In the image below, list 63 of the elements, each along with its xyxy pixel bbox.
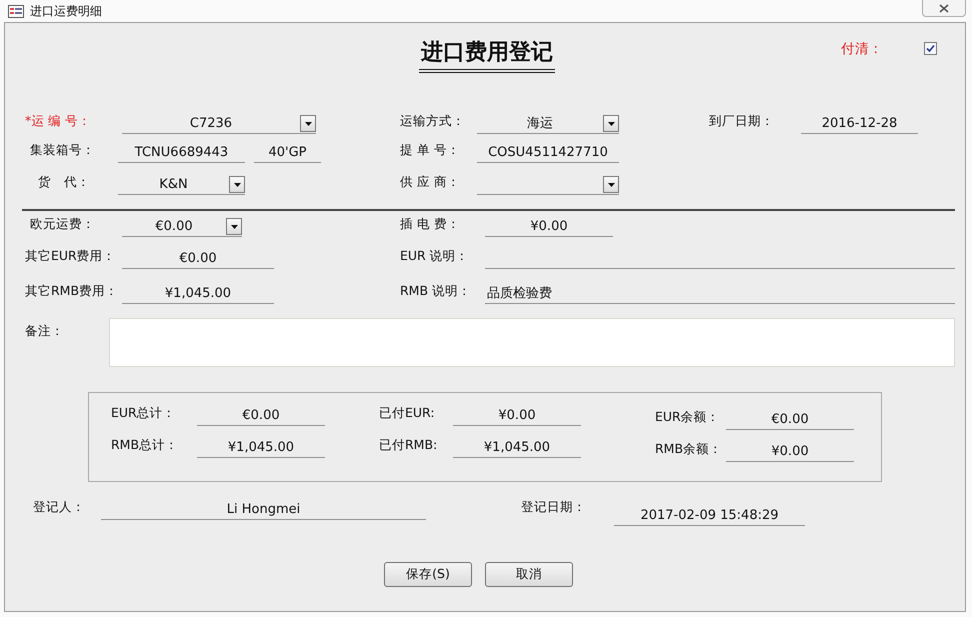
caret-icon — [304, 122, 312, 126]
text-field[interactable]: €0.00 — [122, 249, 274, 269]
dialog-button[interactable]: 保存(S) — [384, 562, 472, 587]
field-label: 欧元运费： — [29, 215, 96, 234]
dropdown-button[interactable] — [300, 115, 316, 132]
field-label: EUR 说明： — [400, 247, 470, 266]
close-icon — [939, 4, 949, 12]
text-field[interactable]: ¥1,045.00 — [453, 438, 581, 458]
combo-box[interactable]: €0.00 — [122, 217, 242, 237]
field-label: EUR余额： — [655, 408, 721, 426]
combo-box[interactable]: K&N — [118, 175, 245, 195]
text-field[interactable]: ¥0.00 — [726, 442, 854, 462]
text-field[interactable]: ¥0.00 — [485, 217, 613, 237]
caret-icon — [230, 224, 238, 228]
caret-icon — [234, 182, 240, 186]
text-field[interactable]: ¥0.00 — [453, 406, 581, 426]
text-field[interactable]: 2017-02-09 15:48:29 — [614, 506, 805, 526]
window-title: 进口运费明细 — [30, 3, 102, 20]
field-label: 其它RMB费用： — [25, 282, 120, 300]
field-label: RMB余额： — [655, 440, 724, 458]
close-button[interactable] — [922, 0, 966, 17]
text-field[interactable]: €0.00 — [726, 410, 854, 430]
field-label: 其它EUR费用： — [25, 247, 117, 266]
caret-icon — [608, 122, 614, 126]
text-field[interactable]: TCNU6689443 — [118, 143, 245, 163]
combo-box[interactable]: C7236 — [122, 114, 316, 134]
field-label: 集装箱号： — [29, 141, 96, 160]
field-label: 货 代： — [37, 173, 91, 192]
text-field[interactable]: COSU4511427710 — [477, 143, 619, 163]
text-field[interactable]: ¥1,045.00 — [122, 284, 274, 304]
field-label: 到厂日期： — [709, 112, 775, 130]
field-label: 备注： — [25, 322, 65, 340]
text-field[interactable]: ¥1,045.00 — [197, 438, 325, 458]
dropdown-button[interactable] — [229, 176, 245, 193]
field-label: 插 电 费： — [400, 215, 461, 234]
field-label: *运 编 号： — [25, 112, 92, 130]
field-label: 提 单 号： — [400, 141, 461, 160]
form-icon — [8, 4, 24, 18]
dropdown-button[interactable] — [226, 218, 242, 235]
field-label: EUR总计： — [111, 404, 177, 422]
dropdown-button[interactable] — [603, 115, 619, 132]
text-field[interactable]: 品质检验费 — [485, 284, 955, 304]
text-field[interactable]: Li Hongmei — [101, 500, 426, 520]
text-field[interactable]: 40'GP — [254, 143, 321, 163]
dropdown-button[interactable] — [603, 176, 619, 193]
field-label: 已付RMB: — [379, 436, 438, 454]
field-label: RMB总计： — [111, 436, 180, 454]
field-label: 登记日期： — [521, 498, 587, 516]
field-label: 登记人： — [33, 498, 86, 516]
field-label: RMB 说明： — [400, 282, 472, 300]
field-label: 已付EUR: — [379, 404, 436, 422]
dialog-button[interactable]: 取消 — [485, 562, 573, 587]
form-title: 进口费用登记 — [419, 40, 555, 74]
combo-box[interactable] — [477, 175, 619, 195]
combo-box[interactable]: 海运 — [477, 114, 619, 134]
paid-checkbox[interactable] — [924, 42, 937, 55]
caret-icon — [608, 182, 614, 186]
text-field[interactable]: €0.00 — [197, 406, 325, 426]
field-label: 供 应 商： — [400, 173, 461, 192]
text-field[interactable]: 2016-12-28 — [801, 114, 918, 134]
memo-field[interactable] — [109, 318, 955, 367]
field-label: 运输方式： — [400, 112, 466, 130]
paid-label: 付清： — [841, 40, 883, 59]
